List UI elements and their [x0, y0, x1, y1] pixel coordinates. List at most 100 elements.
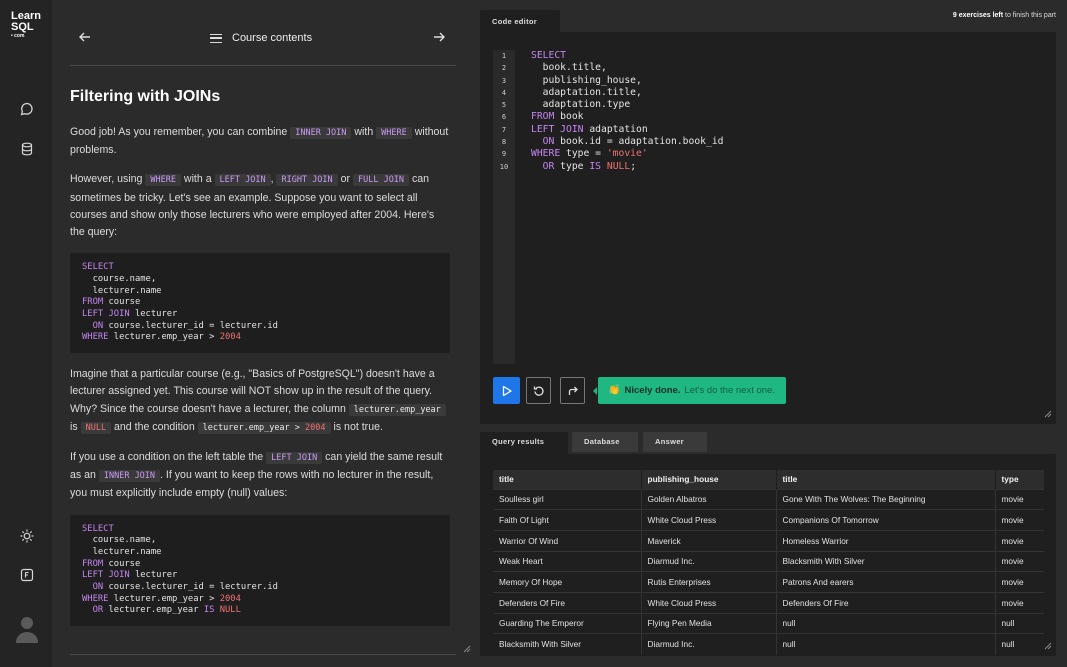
table-row: Soulless girl Golden Albatros Gone With Th… — [493, 488, 1044, 510]
lesson-resize-handle[interactable] — [463, 645, 471, 653]
table-cell: White Cloud Press — [641, 591, 777, 614]
column-header[interactable]: title — [776, 470, 996, 489]
table-cell: null — [995, 612, 1044, 634]
table-cell: Defenders Of Fire — [776, 591, 996, 614]
table-cell: movie — [995, 488, 1044, 510]
inline-code: WHERE — [376, 127, 412, 139]
column-header[interactable]: title — [493, 470, 642, 489]
results-body: Soulless girl Golden Albatros Gone With Th… — [493, 488, 1044, 655]
next-exercise-button[interactable] — [432, 30, 448, 46]
nav-rail: Learn SQL • com — [0, 0, 52, 667]
line-number: 10 — [499, 162, 509, 171]
table-cell: movie — [995, 591, 1044, 614]
table-cell: Golden Albatros — [641, 488, 777, 510]
line-number: 5 — [501, 101, 507, 110]
table-cell: Warrior Of Wind — [493, 529, 642, 552]
tab-code-editor[interactable]: Code editor — [480, 10, 560, 32]
table-cell: White Cloud Press — [641, 509, 777, 531]
table-cell: Blacksmith With Silver — [776, 550, 996, 572]
inline-code: RIGHT JOIN — [276, 174, 338, 187]
reset-code-button[interactable] — [526, 377, 551, 404]
inline-code: lecturer.emp_year — [348, 403, 446, 416]
inline-code: WHERE — [145, 174, 181, 187]
shortcuts-icon[interactable] — [19, 567, 35, 583]
table-cell: Gone With The Wolves: The Beginning — [776, 488, 996, 510]
play-icon — [502, 385, 512, 396]
column-header[interactable]: type — [995, 470, 1044, 489]
line-number: 2 — [501, 64, 507, 73]
lesson-paragraph-1: Good job! As you remember, you can combi… — [70, 126, 449, 157]
line-number: 1 — [501, 52, 507, 60]
table-cell: Soulless girl — [493, 488, 642, 510]
example-code-block-1: SELECT course.name, lecturer.name FROM c… — [70, 253, 450, 354]
table-cell: Maverick — [641, 529, 777, 552]
table-row: Weak Heart Diarmud Inc. Blacksmith With Si… — [493, 550, 1044, 572]
lesson-footer-divider — [70, 654, 456, 655]
table-row: Warrior Of Wind Maverick Homeless Warrior m… — [493, 529, 1044, 552]
table-row: Blacksmith With Silver Diarmud Inc. null nu… — [493, 633, 1044, 655]
table-cell: Weak Heart — [493, 550, 642, 572]
line-number-gutter: 1 2 3 4 5 6 7 8 9 10 — [493, 50, 515, 364]
inline-code: INNER JOIN — [98, 470, 161, 483]
course-contents-label: Course contents — [232, 32, 313, 44]
previous-exercise-button[interactable] — [78, 30, 94, 46]
clapping-hands-icon: 👏 — [608, 385, 621, 396]
code-editor-section: Code editor 9 exercises left to finish t… — [480, 10, 1056, 424]
logo-line-3: • com — [11, 33, 25, 39]
table-cell: Blacksmith With Silver — [493, 633, 642, 655]
code-editor[interactable]: 1 2 3 4 5 6 7 8 9 10 SELECT book.title, publishin… — [480, 32, 1056, 424]
results-header-row: title publishing_house title type — [493, 470, 1044, 489]
lesson-body: Filtering with JOINs Good job! As you re… — [70, 88, 450, 639]
table-cell: movie — [995, 509, 1044, 531]
success-message: 👏 Nicely done. Let's do the next one. — [593, 377, 786, 404]
line-number: 9 — [501, 150, 507, 159]
example-code-block-2: SELECT course.name, lecturer.name FROM c… — [70, 514, 450, 627]
table-cell: Faith Of Light — [493, 509, 642, 531]
success-strong-text: Nicely done. — [624, 385, 681, 396]
table-cell: Patrons And earers — [776, 571, 996, 593]
theme-sun-icon[interactable] — [19, 528, 35, 544]
lesson-paragraph-4: If you use a condition on the left table… — [70, 450, 443, 500]
next-step-button[interactable] — [560, 377, 585, 404]
success-rest-text: Let's do the next one. — [684, 385, 775, 396]
table-cell: Defenders Of Fire — [493, 591, 642, 614]
table-cell: Companions Of Tomorrow — [776, 509, 996, 531]
line-number: 4 — [501, 88, 507, 97]
results-resize-handle[interactable] — [1044, 642, 1052, 652]
table-cell: null — [776, 633, 996, 655]
table-cell: Diarmud Inc. — [641, 633, 777, 655]
tab-answer[interactable]: Answer — [643, 432, 707, 452]
course-contents-button[interactable]: Course contents — [210, 32, 312, 44]
editor-resize-handle[interactable] — [1044, 410, 1052, 420]
lesson-panel: Course contents Filtering with JOINs Goo… — [52, 0, 473, 667]
line-number: 7 — [501, 125, 507, 134]
table-row: Defenders Of Fire White Cloud Press Defend… — [493, 591, 1044, 614]
chat-icon[interactable] — [19, 101, 35, 117]
tab-database[interactable]: Database — [572, 432, 638, 452]
column-header[interactable]: publishing_house — [641, 470, 777, 489]
table-cell: Flying Pen Media — [641, 612, 777, 634]
results-table: title publishing_house title type Soulless … — [493, 470, 1044, 655]
learnsql-logo[interactable]: Learn SQL • com — [11, 11, 41, 40]
lesson-title: Filtering with JOINs — [70, 88, 221, 105]
code-editor-content[interactable]: SELECT book.title, publishing_house, ada… — [531, 50, 723, 173]
table-cell: Homeless Warrior — [776, 529, 996, 552]
database-icon[interactable] — [19, 141, 35, 157]
query-results-panel: title publishing_house title type Soulless … — [480, 454, 1056, 656]
table-cell: Memory Of Hope — [493, 571, 642, 593]
table-cell: movie — [995, 550, 1044, 572]
redo-arrow-icon — [568, 386, 578, 395]
inline-code: FULL JOIN — [352, 174, 410, 187]
run-query-button[interactable] — [493, 377, 520, 404]
table-row: Faith Of Light White Cloud Press Companion… — [493, 509, 1044, 531]
results-section: Query results Database Answer title publi… — [480, 432, 1056, 656]
table-cell: movie — [995, 571, 1044, 593]
tab-query-results[interactable]: Query results — [480, 432, 568, 454]
inline-code: INNER JOIN — [290, 127, 352, 139]
table-row: Guarding The Emperor Flying Pen Media null… — [493, 612, 1044, 634]
reset-icon — [533, 386, 544, 396]
line-number: 6 — [501, 113, 507, 122]
inline-code: NULL — [80, 421, 112, 434]
user-avatar[interactable] — [15, 615, 39, 643]
lesson-paragraph-3: Imagine that a particular course (e.g., … — [70, 366, 450, 437]
